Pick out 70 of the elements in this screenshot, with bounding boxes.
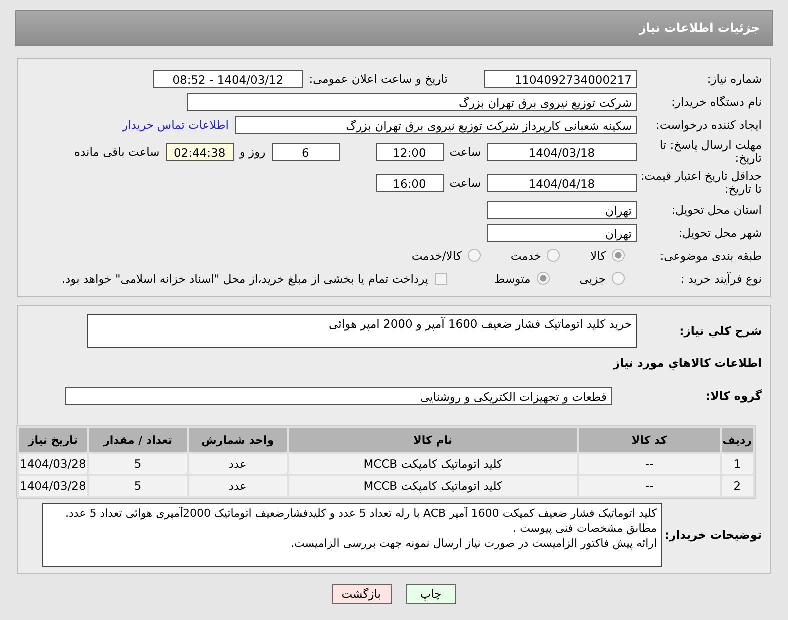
days-field[interactable]: 6 [272,142,340,160]
announce-date-field[interactable]: 1404/03/12 - 08:52 [153,70,304,88]
table-cell: 1404/03/28 [19,476,88,496]
remaining-time-field: 02:44:38 [166,142,234,160]
radio-button[interactable] [536,272,550,285]
radio-label: جزیی [580,272,606,286]
goods-group-field[interactable]: قطعات و تجهیزات الکتریکی و روشنایی [65,386,612,404]
field-label: مهلت ارسال پاسخ: تا تاریخ: [658,138,763,164]
checkbox-label: پرداخت تمام یا بخشی از مبلغ خرید،از محل "اسناد خزانه اسلامی" خواهد بود. [62,272,429,286]
buyer-contact-link[interactable]: اطلاعات تماس خریدار [122,118,229,132]
table-cell: -- [579,454,720,474]
column-header: تعداد / مقدار [89,428,187,452]
need-number-field[interactable]: 1104092734000217 [484,70,637,88]
table-cell: کلید اتوماتیک کامپکت MCCB [288,454,578,474]
table-cell: 5 [89,454,187,474]
radio-label: متوسط [494,272,531,286]
deadline-date-field[interactable]: 1404/03/18 [487,142,637,160]
requester-field[interactable]: سکینه شعبانی کارپرداز شرکت توزیع نیروی برق تهران بزرگ [235,116,637,134]
radio-button[interactable] [612,272,625,285]
field-label: نوع فرآیند خرید : [680,272,763,286]
table-cell: 2 [722,476,753,496]
field-label: طبقه بندی موضوعی: [659,248,763,262]
validity-time-field[interactable]: 16:00 [376,174,444,192]
city-field[interactable]: تهران [487,224,637,242]
field-label: شرح کلي نياز: [678,323,763,338]
field-label: حداقل تاریخ اعتبار قیمت: تا تاریخ: [640,170,763,196]
column-header: نام کالا [288,428,578,452]
radio-button[interactable] [612,249,625,262]
buyer-notes-field[interactable] [42,503,662,567]
radio-label: کالا/خدمت [412,248,462,262]
section-heading: اطلاعات کالاهاي مورد نياز [612,355,763,372]
radio-button[interactable] [547,249,560,262]
checkbox[interactable] [434,272,447,284]
days-label: روز و [240,144,266,158]
field-label: ایجاد کننده درخواست: [655,118,763,132]
table-cell: 1404/03/28 [19,454,88,474]
table-cell: 5 [89,476,187,496]
table-cell: کلید اتوماتیک کامپکت MCCB [288,476,578,496]
validity-date-field[interactable]: 1404/04/18 [487,174,637,192]
table-cell: -- [579,476,720,496]
time-label: ساعت [450,144,481,158]
table-cell: عدد [188,476,287,496]
field-label: نام دستگاه خریدار: [670,94,763,108]
page-title: جزئیات اطلاعات نیاز [639,21,760,35]
radio-button[interactable] [468,249,481,262]
radio-label: خدمت [510,248,542,262]
note-line: مطابق مشخصات فنی پیوست . [512,521,657,536]
time-label: ساعت [450,176,481,190]
back-button[interactable]: بازگشت [332,584,392,604]
field-label: تاریخ و ساعت اعلان عمومی: [309,72,448,86]
table-cell: 1 [722,454,753,474]
remaining-label: ساعت باقی مانده [74,144,160,158]
note-line: ارائه پیش فاکتور الزامیست در صورت نیاز ارسال نمونه جهت بررسی الزامیست. [290,536,657,551]
column-header: ردیف [722,428,753,452]
radio-label: کالا [590,248,606,262]
deadline-time-field[interactable]: 12:00 [376,142,444,160]
field-label: شماره نیاز: [706,72,763,86]
print-button[interactable]: چاپ [406,584,456,604]
column-header: واحد شمارش [188,428,287,452]
field-label: گروه کالا: [705,388,763,402]
buyer-org-field[interactable]: شرکت توزیع نیروی برق تهران بزرگ [187,92,637,110]
table-cell: عدد [188,454,287,474]
province-field[interactable]: تهران [487,200,637,218]
summary-field[interactable]: خرید کلید اتوماتیک فشار ضعیف 1600 آمپر و 2000 امپر هوائی [87,314,637,348]
column-header: کد کالا [579,428,720,452]
field-label: توضیحات خریدار: [664,528,763,542]
column-header: تاریخ نیاز [19,428,88,452]
field-label: شهر محل تحویل: [678,226,763,240]
note-line: کلید اتوماتیک فشار ضعیف کمپکت 1600 آمپر ACB با رله تعداد 5 عدد و کلیدفشارضعیف اتوماتیک 2000آمپری هوائی تعداد 5 عدد. [64,506,657,521]
field-label: استان محل تحویل: [670,202,763,216]
